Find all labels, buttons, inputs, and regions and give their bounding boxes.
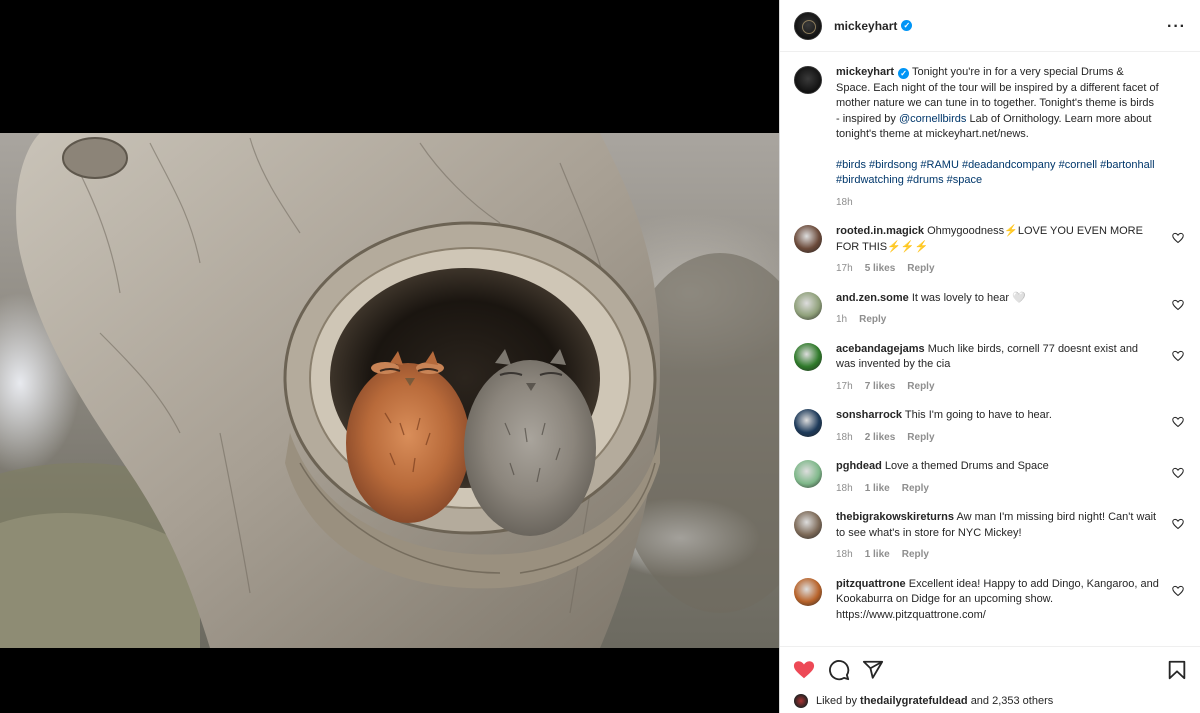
comment-body: thebigrakowskireturns Aw man I'm missing… — [836, 510, 1186, 563]
more-horizontal-icon[interactable]: ··· — [1167, 18, 1186, 36]
commenter-avatar[interactable] — [794, 225, 822, 253]
comment-body: sonsharrock This I'm going to have to he… — [836, 408, 1186, 445]
commenter-avatar[interactable] — [794, 460, 822, 488]
comment-like-heart-icon[interactable] — [1172, 467, 1184, 479]
comments-list[interactable]: mickeyhart ✓ Tonight you're in for a very… — [780, 53, 1200, 645]
comment-item: rooted.in.magick Ohmygoodness⚡LOVE YOU E… — [794, 224, 1186, 291]
comment-time[interactable]: 1h — [836, 312, 847, 328]
author-username[interactable]: mickeyhart — [834, 19, 897, 33]
share-icon[interactable] — [862, 659, 884, 681]
comment-item: thebigrakowskireturns Aw man I'm missing… — [794, 510, 1186, 577]
reply-button[interactable]: Reply — [907, 379, 934, 395]
commenter-avatar[interactable] — [794, 342, 822, 371]
caption-mention[interactable]: @cornellbirds — [899, 113, 966, 125]
caption-avatar[interactable] — [794, 66, 822, 94]
comment-body: acebandagejams Much like birds, cornell … — [836, 342, 1186, 395]
commenter-username[interactable]: rooted.in.magick — [836, 225, 924, 237]
liked-by-user[interactable]: thedailygratefuldead — [860, 695, 968, 707]
owls-in-tree-image — [0, 133, 779, 648]
caption-time[interactable]: 18h — [836, 195, 853, 211]
comment-time[interactable]: 18h — [836, 481, 853, 497]
comment-item: sonsharrock This I'm going to have to he… — [794, 408, 1186, 459]
comment-meta: 18h 2 likes Reply — [836, 430, 1160, 446]
verified-badge-icon: ✓ — [898, 68, 910, 79]
comment-likes[interactable]: 1 like — [865, 547, 890, 563]
post-media — [0, 0, 779, 713]
comment-like-heart-icon[interactable] — [1172, 350, 1184, 362]
comment-body: pitzquattrone Excellent idea! Happy to a… — [836, 577, 1186, 624]
commenter-username[interactable]: acebandagejams — [836, 343, 925, 355]
comment-meta: 18h 1 like Reply — [836, 481, 1160, 497]
comment-time[interactable]: 17h — [836, 379, 853, 395]
comment-text: This I'm going to have to hear. — [904, 409, 1052, 421]
comment-time[interactable]: 18h — [836, 430, 853, 446]
reply-button[interactable]: Reply — [907, 430, 934, 446]
comment-meta: 1h Reply — [836, 312, 1160, 328]
reply-button[interactable]: Reply — [859, 312, 886, 328]
commenter-username[interactable]: sonsharrock — [836, 409, 902, 421]
comment-likes[interactable]: 2 likes — [865, 430, 896, 446]
post-actions — [780, 646, 1200, 692]
comment-icon[interactable] — [828, 659, 850, 681]
comment-like-heart-icon[interactable] — [1172, 518, 1184, 530]
post-header: mickeyhart ✓ ··· — [780, 0, 1200, 52]
post-photo[interactable] — [0, 133, 779, 648]
comment-time[interactable]: 17h — [836, 261, 853, 277]
liked-by-avatar[interactable] — [794, 694, 808, 708]
commenter-avatar[interactable] — [794, 511, 822, 539]
commenter-avatar[interactable] — [794, 409, 822, 437]
comment-item: and.zen.some It was lovely to hear 🤍 1h Re… — [794, 291, 1186, 342]
comment-likes[interactable]: 1 like — [865, 481, 890, 497]
comment-like-heart-icon[interactable] — [1172, 299, 1184, 311]
comment-meta: 17h 5 likes Reply — [836, 261, 1160, 277]
comment-body: and.zen.some It was lovely to hear 🤍 1h Re… — [836, 291, 1186, 328]
comment-item: acebandagejams Much like birds, cornell … — [794, 342, 1186, 409]
comment-item: pitzquattrone Excellent idea! Happy to a… — [794, 577, 1186, 638]
comment-like-heart-icon[interactable] — [1172, 585, 1184, 597]
comment-text: It was lovely to hear 🤍 — [911, 291, 1026, 304]
reply-button[interactable]: Reply — [907, 261, 934, 277]
caption-body: mickeyhart ✓ Tonight you're in for a very… — [836, 65, 1186, 210]
comment-likes[interactable]: 5 likes — [865, 261, 896, 277]
comment-text: Love a themed Drums and Space — [884, 460, 1049, 472]
verified-badge-icon: ✓ — [901, 20, 913, 31]
liked-by-prefix: Liked by — [816, 695, 857, 707]
comment-body: pghdead Love a themed Drums and Space 18h… — [836, 459, 1186, 496]
post-side-panel: mickeyhart ✓ ··· mickeyhart ✓ Tonight you… — [779, 0, 1200, 713]
comment-like-heart-icon[interactable] — [1172, 416, 1184, 428]
reply-button[interactable]: Reply — [902, 547, 929, 563]
heart-filled-icon[interactable] — [793, 659, 815, 681]
comment-body: rooted.in.magick Ohmygoodness⚡LOVE YOU E… — [836, 224, 1186, 277]
caption-hashtags[interactable]: #birds #birdsong #RAMU #deadandcompany #… — [836, 158, 1160, 189]
comment-meta: 17h 7 likes Reply — [836, 379, 1160, 395]
comment-like-heart-icon[interactable] — [1172, 232, 1184, 244]
author-avatar[interactable] — [794, 11, 822, 40]
commenter-username[interactable]: pghdead — [836, 460, 882, 472]
caption-meta: 18h — [836, 195, 1160, 211]
commenter-username[interactable]: pitzquattrone — [836, 578, 906, 590]
commenter-avatar[interactable] — [794, 577, 822, 606]
comment-item: pghdead Love a themed Drums and Space 18h… — [794, 459, 1186, 510]
comment-likes[interactable]: 7 likes — [865, 379, 896, 395]
comment-time[interactable]: 18h — [836, 547, 853, 563]
commenter-username[interactable]: thebigrakowskireturns — [836, 511, 954, 523]
comment-items: rooted.in.magick Ohmygoodness⚡LOVE YOU E… — [794, 224, 1186, 637]
commenter-username[interactable]: and.zen.some — [836, 292, 909, 304]
post-caption: mickeyhart ✓ Tonight you're in for a very… — [794, 53, 1186, 224]
comment-meta: 18h 1 like Reply — [836, 547, 1160, 563]
caption-username[interactable]: mickeyhart — [836, 66, 894, 78]
bookmark-icon[interactable] — [1166, 659, 1188, 681]
reply-button[interactable]: Reply — [902, 481, 929, 497]
liked-by-others[interactable]: and 2,353 others — [971, 695, 1054, 707]
commenter-avatar[interactable] — [794, 291, 822, 320]
liked-by-row: Liked by thedailygratefuldead and 2,353 … — [794, 694, 1053, 708]
